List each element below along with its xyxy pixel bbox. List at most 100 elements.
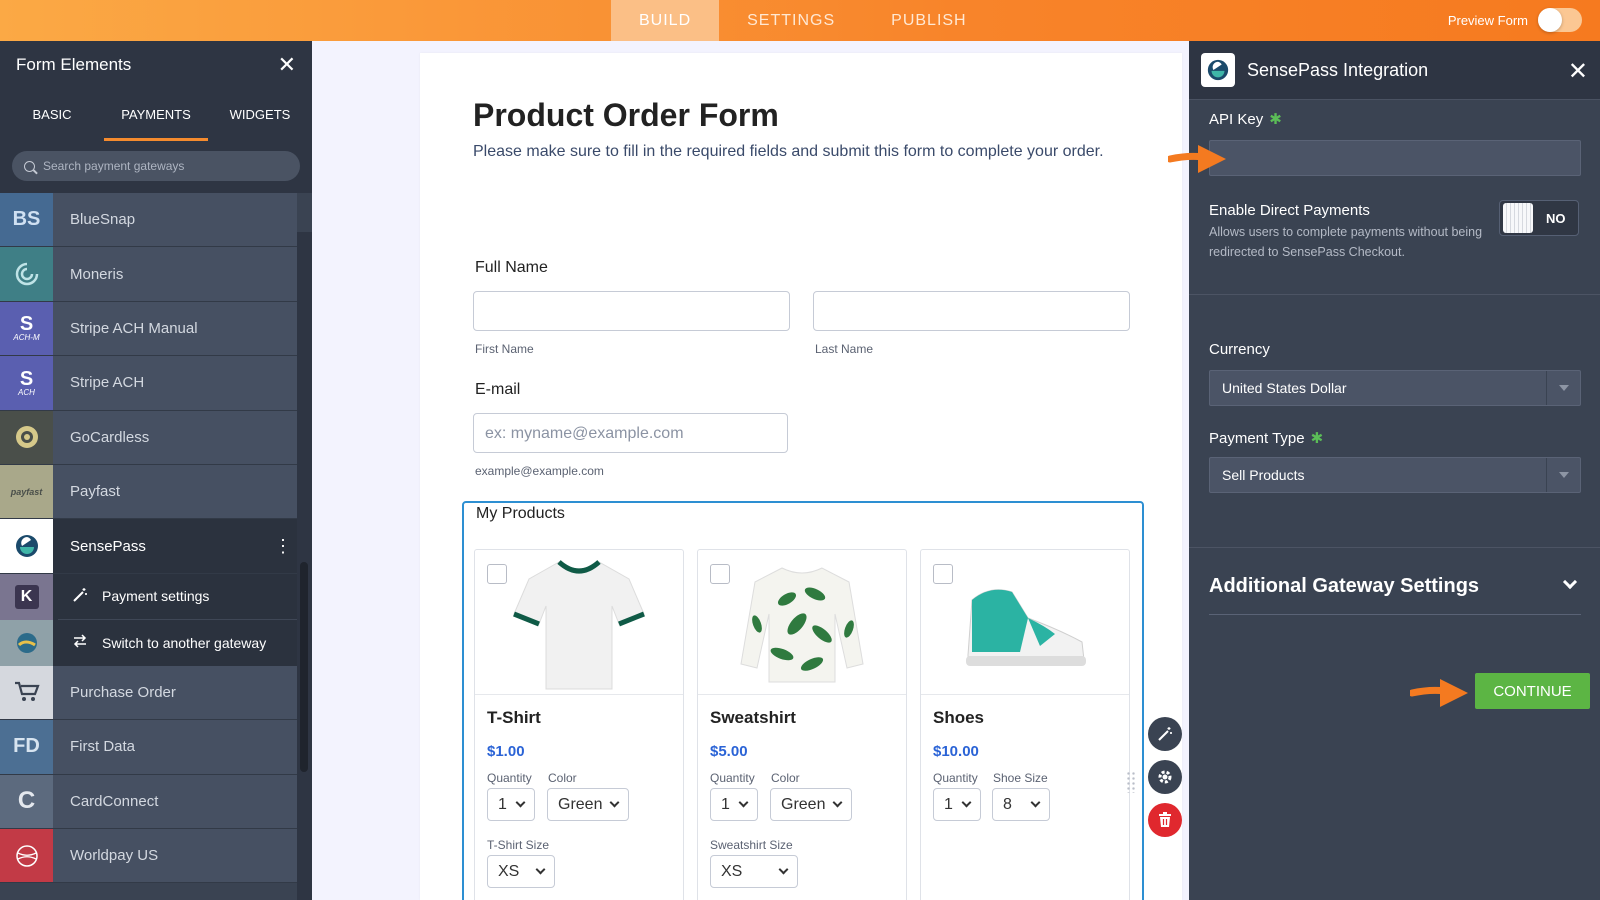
quantity-label: Quantity	[487, 771, 532, 785]
tab-publish[interactable]: PUBLISH	[863, 0, 994, 41]
bluesnap-logo: BS	[0, 193, 53, 247]
gateway-stripe-ach[interactable]: S ACH Stripe ACH	[0, 356, 297, 411]
size-select[interactable]: XS	[710, 855, 798, 888]
api-key-text: API Key	[1209, 111, 1264, 128]
full-name-label: Full Name	[475, 259, 548, 276]
api-key-label: API Key ✱	[1209, 110, 1282, 128]
chevron-down-icon	[535, 864, 546, 875]
cardconnect-logo: C	[0, 774, 53, 828]
gateway-label: Stripe ACH	[70, 374, 145, 392]
tshirt-image	[513, 560, 645, 690]
search-input[interactable]: Search payment gateways	[12, 151, 300, 181]
stripe-sub: ACH	[18, 387, 35, 397]
switch-gateway-item[interactable]: Switch to another gateway	[58, 620, 297, 666]
search-icon	[24, 160, 35, 172]
gateway-purchase-order[interactable]: Purchase Order	[0, 665, 297, 721]
integration-header: SensePass Integration ✕	[1189, 41, 1600, 100]
gateway-first-data[interactable]: FD First Data	[0, 720, 297, 775]
gateway-sensepass[interactable]: SensePass ⋮	[0, 519, 297, 574]
form-title[interactable]: Product Order Form	[473, 97, 779, 134]
chevron-down-icon	[832, 797, 843, 808]
gateway-moneris[interactable]: Moneris	[0, 247, 297, 302]
payment-type-select[interactable]: Sell Products	[1209, 457, 1581, 493]
quantity-value: 1	[944, 795, 953, 813]
cart-icon	[0, 665, 53, 720]
product-price: $1.00	[487, 743, 525, 760]
gateway-label: Worldpay US	[70, 847, 159, 865]
sweatshirt-image	[740, 567, 864, 683]
quantity-select[interactable]: 1	[933, 788, 981, 821]
gateway-label: Purchase Order	[70, 683, 176, 701]
quantity-select[interactable]: 1	[487, 788, 535, 821]
chevron-down-icon	[609, 797, 620, 808]
builder-tabs: BUILD SETTINGS PUBLISH	[611, 0, 995, 41]
scrollbar-thumb[interactable]	[300, 562, 308, 772]
gateway-worldpay-us[interactable]: Worldpay US	[0, 828, 297, 884]
api-key-input[interactable]	[1209, 140, 1581, 176]
stripe-letter: S	[19, 367, 34, 390]
size-label: Sweatshirt Size	[710, 838, 793, 852]
payment-settings-item[interactable]: Payment settings	[58, 574, 297, 620]
email-label: E-mail	[475, 381, 521, 398]
direct-payments-toggle[interactable]: NO	[1499, 200, 1579, 236]
gateway-label: CardConnect	[70, 792, 159, 810]
gateway-bluesnap[interactable]: BS BlueSnap	[0, 193, 297, 248]
chevron-down-icon	[515, 797, 526, 808]
last-name-input[interactable]	[813, 291, 1130, 331]
color-select[interactable]: Green	[770, 788, 852, 821]
color-select[interactable]: Green	[547, 788, 629, 821]
drag-handle-icon[interactable]	[1126, 771, 1136, 793]
magic-wand-button[interactable]	[1148, 717, 1182, 751]
kebab-menu-icon[interactable]: ⋮	[269, 519, 297, 572]
direct-payments-description: Allows users to complete payments withou…	[1209, 225, 1483, 259]
currency-value: United States Dollar	[1222, 380, 1347, 396]
gateway-list: BS BlueSnap Moneris S ACH-M Stripe ACH Ma…	[0, 193, 312, 884]
email-input[interactable]: ex: myname@example.com	[473, 413, 788, 453]
tab-payments[interactable]: PAYMENTS	[104, 89, 208, 141]
additional-settings-label: Additional Gateway Settings	[1209, 575, 1480, 597]
quantity-label: Quantity	[710, 771, 755, 785]
close-icon[interactable]: ✕	[278, 52, 296, 78]
delete-field-button[interactable]	[1148, 803, 1182, 837]
scrollbar-track[interactable]	[297, 232, 312, 900]
tab-basic[interactable]: BASIC	[0, 89, 104, 141]
tab-settings[interactable]: SETTINGS	[719, 0, 863, 41]
gateway-label: First Data	[70, 738, 136, 756]
tab-build[interactable]: BUILD	[611, 0, 720, 41]
preview-form-toggle[interactable]	[1538, 8, 1582, 32]
first-name-input[interactable]	[473, 291, 790, 331]
gateway-cardconnect[interactable]: C CardConnect	[0, 774, 297, 829]
gateway-payfast[interactable]: payfast Payfast	[0, 464, 297, 520]
dropdown-arrow-icon	[1546, 371, 1580, 405]
tab-widgets[interactable]: WIDGETS	[208, 89, 312, 141]
size-select[interactable]: XS	[487, 855, 555, 888]
email-sublabel: example@example.com	[475, 464, 604, 478]
product-image-box	[698, 550, 906, 695]
color-value: Green	[781, 795, 826, 813]
payment-type-text: Payment Type	[1209, 430, 1305, 447]
payment-type-value: Sell Products	[1222, 467, 1305, 483]
product-card-shoes[interactable]: Shoes $10.00 Quantity Shoe Size 1 8	[920, 549, 1130, 900]
quantity-select[interactable]: 1	[710, 788, 758, 821]
gear-icon	[1158, 770, 1172, 784]
sensepass-icon	[0, 519, 53, 573]
currency-select[interactable]: United States Dollar	[1209, 370, 1581, 406]
chevron-down-icon	[738, 797, 749, 808]
shoe-size-select[interactable]: 8	[992, 788, 1050, 821]
my-products-label: My Products	[476, 505, 565, 522]
product-card-tshirt[interactable]: T-Shirt $1.00 Quantity Color 1 Green T-S…	[474, 549, 684, 900]
gateway-stripe-ach-manual[interactable]: S ACH-M Stripe ACH Manual	[0, 301, 297, 357]
close-icon[interactable]: ✕	[1568, 57, 1588, 86]
gateway-gocardless[interactable]: GoCardless	[0, 410, 297, 465]
my-products-field[interactable]: My Products T-Shirt $1.00 Quantity Color…	[462, 501, 1144, 900]
continue-button[interactable]: CONTINUE	[1475, 673, 1590, 709]
required-star-icon: ✱	[1269, 111, 1282, 128]
product-card-sweatshirt[interactable]: Sweatshirt $5.00 Quantity Color 1 Green …	[697, 549, 907, 900]
form-description[interactable]: Please make sure to fill in the required…	[473, 139, 1133, 164]
field-settings-button[interactable]	[1148, 760, 1182, 794]
globe-icon	[0, 619, 53, 666]
form-canvas: Product Order Form Please make sure to f…	[420, 53, 1182, 900]
additional-settings-toggle[interactable]: Additional Gateway Settings	[1209, 574, 1581, 615]
magic-wand-icon	[72, 587, 88, 606]
color-label: Color	[548, 771, 577, 785]
